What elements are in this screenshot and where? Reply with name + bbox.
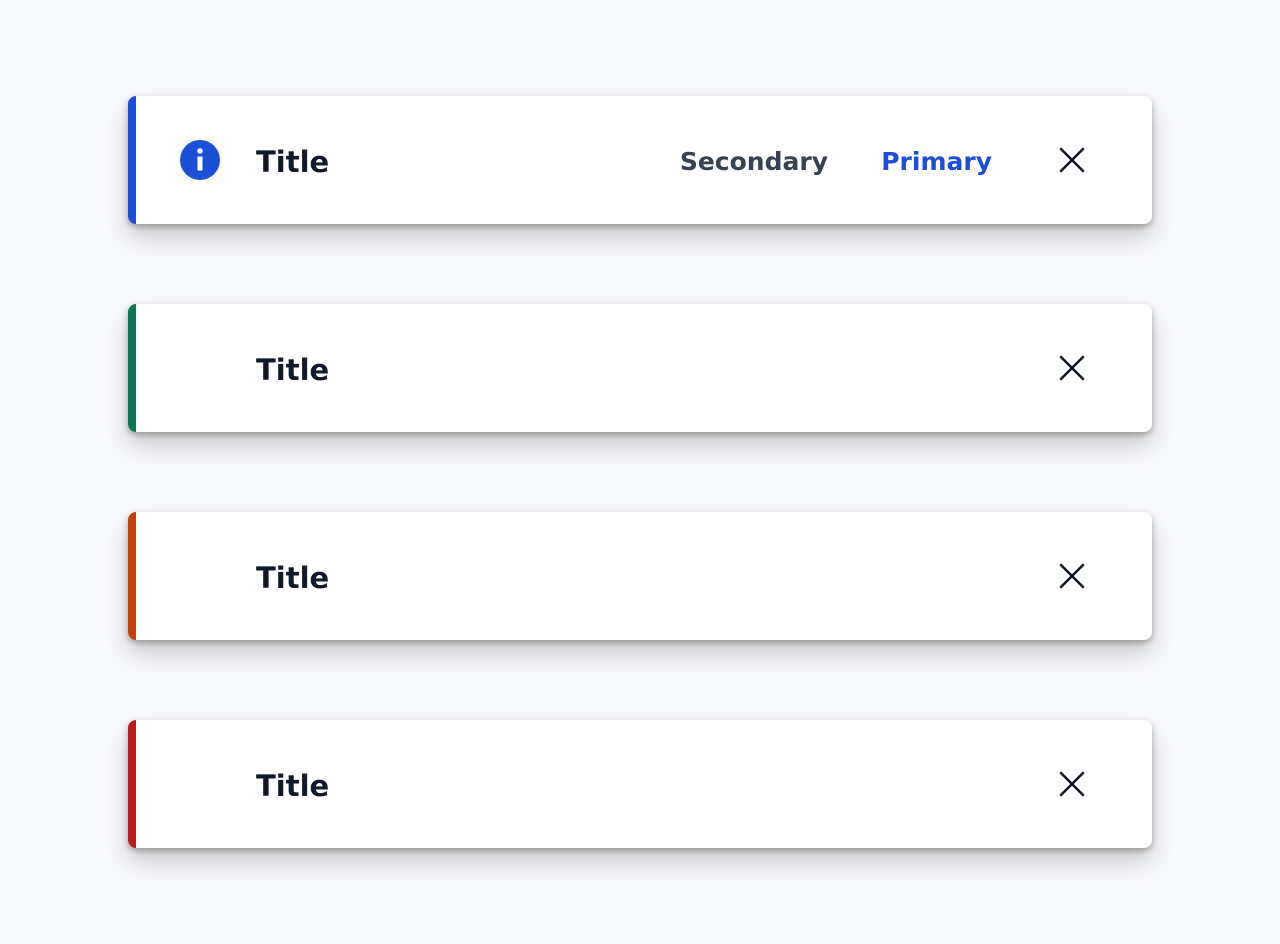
accent-bar — [128, 304, 136, 432]
error-toast: Title — [128, 720, 1152, 848]
info-toast: Title Secondary Primary — [128, 96, 1152, 224]
toast-title: Title — [256, 145, 330, 179]
success-toast: Title — [128, 304, 1152, 432]
warning-toast: Title — [128, 512, 1152, 640]
toast-title: Title — [256, 353, 330, 387]
info-icon — [180, 140, 220, 180]
close-icon[interactable] — [1056, 560, 1088, 592]
accent-bar — [128, 720, 136, 848]
close-icon[interactable] — [1056, 144, 1088, 176]
accent-bar — [128, 512, 136, 640]
secondary-button[interactable]: Secondary — [680, 96, 828, 224]
close-icon[interactable] — [1056, 768, 1088, 800]
primary-button[interactable]: Primary — [881, 96, 992, 224]
close-icon[interactable] — [1056, 352, 1088, 384]
toast-title: Title — [256, 561, 330, 595]
toast-title: Title — [256, 769, 330, 803]
accent-bar — [128, 96, 136, 224]
